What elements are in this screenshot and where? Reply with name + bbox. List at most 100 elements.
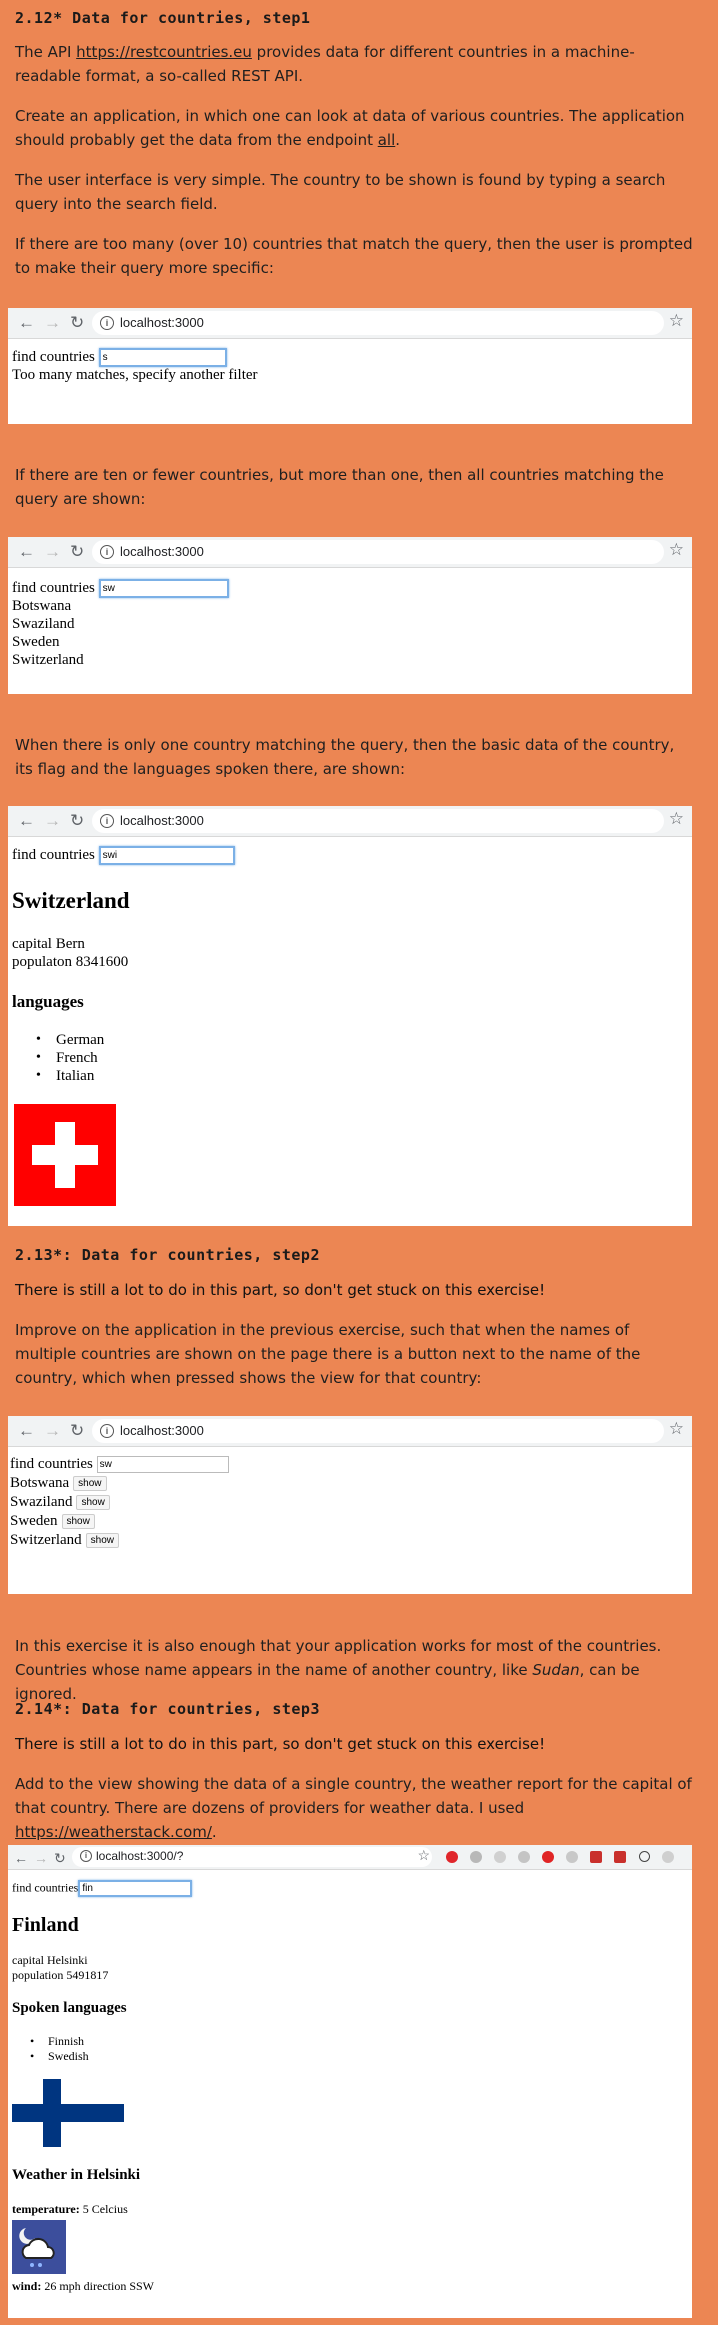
search-input[interactable]: swi [98,846,235,865]
warning-paragraph: There is still a lot to do in this part,… [15,1735,546,1753]
address-bar[interactable]: i localhost:3000/? [72,1847,432,1867]
wind-label: wind: [12,2279,42,2293]
weather-heading: Weather in Helsinki [12,2167,141,2183]
country-name-heading: Finland [12,1914,79,1936]
search-input[interactable]: sw [98,579,229,598]
search-input[interactable]: s [98,348,227,367]
search-input[interactable]: sw [96,1456,229,1474]
bookmark-star-icon[interactable]: ☆ [669,540,684,560]
most-countries-paragraph: In this exercise it is also enough that … [15,1637,662,1703]
language-item: Italian [56,1068,95,1084]
address-bar[interactable]: i localhost:3000 [92,311,664,335]
language-item: Finnish [48,2034,85,2048]
show-button[interactable]: show [73,1476,107,1492]
extension-icon[interactable] [614,1851,626,1863]
back-arrow-icon[interactable]: ← [18,542,35,562]
night-rain-weather-icon [12,2220,66,2274]
find-label: find countries [12,1880,79,1895]
list-item: Sweden show [10,1513,95,1530]
section-title-step1: 2.12* Data for countries, step1 [15,9,311,27]
extension-icon[interactable] [494,1851,506,1863]
find-label: find countries [12,846,95,863]
forward-arrow-icon[interactable]: → [34,1848,48,1868]
find-countries-row: find countries fin [12,1880,193,1897]
swiss-flag-image [14,1104,116,1206]
browser-screenshot-too-many: ← → ↻ i localhost:3000 ☆ find countries … [8,308,692,424]
extension-icon[interactable] [590,1851,602,1863]
url-text: localhost:3000 [120,1423,204,1438]
find-label: find countries [10,1456,93,1472]
show-button[interactable]: show [85,1533,120,1549]
back-arrow-icon[interactable]: ← [14,1848,28,1868]
opera-extension-icon[interactable] [446,1851,458,1863]
browser-screenshot-weather: ← → ↻ i localhost:3000/? ☆ find countrie… [8,1845,692,2318]
bookmark-star-icon[interactable]: ☆ [669,311,684,331]
capital-text: capital Bern [12,936,85,952]
extension-icon[interactable] [566,1851,578,1863]
url-text: localhost:3000 [120,315,204,330]
bookmark-star-icon[interactable]: ☆ [417,1847,430,1864]
find-countries-row: find countries sw [12,579,229,598]
wind-row: wind: 26 mph direction SSW [12,2279,154,2294]
population-text: populaton 8341600 [12,954,129,970]
show-button[interactable]: show [61,1514,95,1530]
browser-screenshot-country: ← → ↻ i localhost:3000 ☆ find countries … [8,806,692,1226]
back-arrow-icon[interactable]: ← [18,313,35,333]
browser-toolbar: ← → ↻ i localhost:3000 ☆ [8,1416,692,1447]
bookmark-star-icon[interactable]: ☆ [669,809,684,829]
info-icon: i [100,545,114,559]
country-name: Botswana [10,1475,70,1491]
population-text: population 5491817 [12,1968,109,1982]
forward-arrow-icon[interactable]: → [44,313,61,333]
weatherstack-link[interactable]: https://weatherstack.com/ [15,1823,212,1841]
weather-paragraph: Add to the view showing the data of a si… [15,1775,692,1841]
create-app-paragraph: Create an application, in which one can … [15,107,685,149]
adblock-extension-icon[interactable] [542,1851,554,1863]
find-countries-row: find countries s [12,348,227,367]
extension-icon[interactable] [518,1851,530,1863]
address-bar[interactable]: i localhost:3000 [92,809,664,833]
show-button[interactable]: show [76,1495,110,1511]
languages-heading: languages [12,992,84,1011]
info-icon: i [100,316,114,330]
extension-icon[interactable] [662,1851,674,1863]
capital-text: capital Helsinki [12,1953,88,1967]
forward-arrow-icon[interactable]: → [44,811,61,831]
list-item: Botswana show [10,1475,107,1492]
bookmark-star-icon[interactable]: ☆ [669,1419,684,1439]
extension-icon[interactable] [470,1851,482,1863]
list-item: Botswana [12,598,72,614]
find-label: find countries [12,348,95,365]
reload-icon[interactable]: ↻ [70,313,84,333]
single-country-paragraph: When there is only one country matching … [15,736,675,778]
bullet-icon: • [30,2049,35,2063]
reload-icon[interactable]: ↻ [70,542,84,562]
temperature-row: temperature: 5 Celcius [12,2202,128,2217]
forward-arrow-icon[interactable]: → [44,1421,61,1441]
back-arrow-icon[interactable]: ← [18,811,35,831]
bullet-icon: • [30,2034,35,2048]
info-icon: i [100,1424,114,1438]
list-item: Switzerland [12,652,84,668]
warning-paragraph: There is still a lot to do in this part,… [15,1281,546,1299]
find-label: find countries [12,579,95,596]
all-endpoint-link[interactable]: all [378,131,396,149]
address-bar[interactable]: i localhost:3000 [92,1419,664,1443]
browser-toolbar: ← → ↻ i localhost:3000 ☆ [8,537,692,568]
back-arrow-icon[interactable]: ← [18,1421,35,1441]
address-bar[interactable]: i localhost:3000 [92,540,664,564]
section-title-step2: 2.13*: Data for countries, step2 [15,1246,320,1264]
language-item: Swedish [48,2049,89,2063]
country-name: Sweden [10,1513,58,1529]
extension-icon[interactable] [639,1851,650,1862]
reload-icon[interactable]: ↻ [70,1421,84,1441]
find-countries-row: find countries swi [12,846,235,865]
finnish-flag-image [12,2079,124,2147]
improve-paragraph: Improve on the application in the previo… [15,1321,641,1387]
reload-icon[interactable]: ↻ [70,811,84,831]
forward-arrow-icon[interactable]: → [44,542,61,562]
bullet-icon: • [36,1050,41,1065]
reload-icon[interactable]: ↻ [54,1848,66,1868]
restcountries-link[interactable]: https://restcountries.eu [76,43,252,61]
search-input[interactable]: fin [78,1880,193,1897]
